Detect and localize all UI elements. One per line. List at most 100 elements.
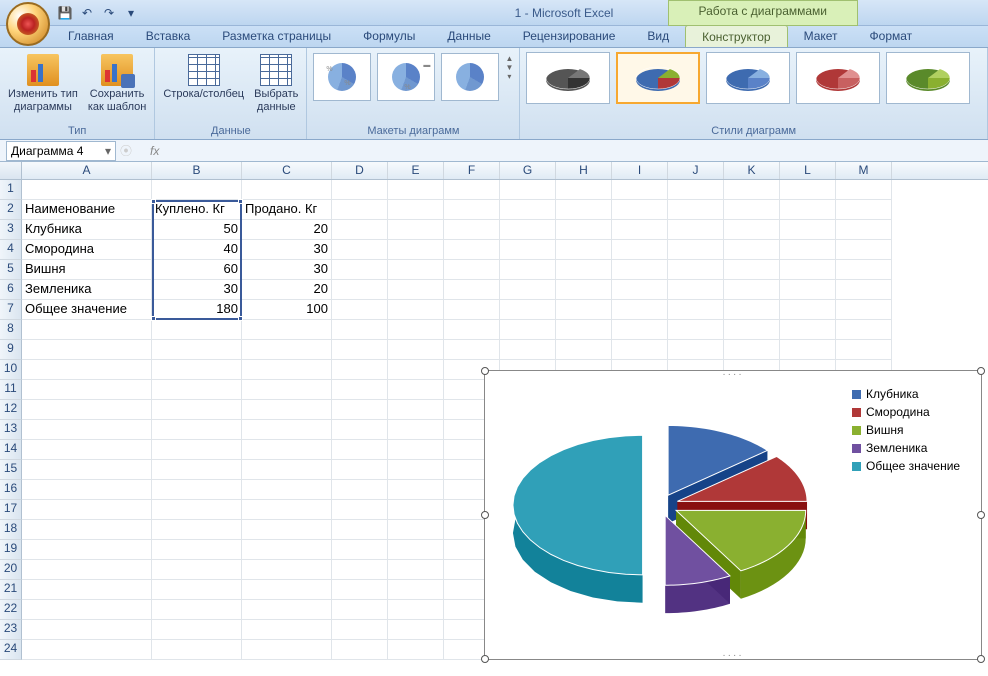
row-header-2[interactable]: 2 — [0, 200, 22, 220]
cell-F7[interactable] — [444, 300, 500, 320]
cell-M2[interactable] — [836, 200, 892, 220]
chart-handle[interactable] — [481, 511, 489, 519]
tab-design[interactable]: Конструктор — [685, 25, 787, 47]
cell-D2[interactable] — [332, 200, 388, 220]
cell-I4[interactable] — [612, 240, 668, 260]
name-box[interactable]: Диаграмма 4 ▾ — [6, 141, 116, 161]
cell-A7[interactable]: Общее значение — [22, 300, 152, 320]
cell-B3[interactable]: 50 — [152, 220, 242, 240]
tab-review[interactable]: Рецензирование — [507, 25, 632, 47]
cell-K5[interactable] — [724, 260, 780, 280]
cell-E7[interactable] — [388, 300, 444, 320]
chart-layout-2[interactable]: ▬% — [377, 53, 435, 101]
cell-F2[interactable] — [444, 200, 500, 220]
cell-E22[interactable] — [388, 600, 444, 620]
cell-D4[interactable] — [332, 240, 388, 260]
cell-E8[interactable] — [388, 320, 444, 340]
cell-E2[interactable] — [388, 200, 444, 220]
chart-style-5[interactable] — [886, 52, 970, 104]
cell-L7[interactable] — [780, 300, 836, 320]
cell-B10[interactable] — [152, 360, 242, 380]
layouts-down-icon[interactable]: ▼ — [503, 63, 515, 72]
cell-C10[interactable] — [242, 360, 332, 380]
cell-D17[interactable] — [332, 500, 388, 520]
col-header-H[interactable]: H — [556, 162, 612, 179]
cell-B14[interactable] — [152, 440, 242, 460]
cell-D15[interactable] — [332, 460, 388, 480]
qat-undo-icon[interactable]: ↶ — [78, 4, 96, 22]
cell-A12[interactable] — [22, 400, 152, 420]
cell-J8[interactable] — [668, 320, 724, 340]
row-header-15[interactable]: 15 — [0, 460, 22, 480]
cell-M9[interactable] — [836, 340, 892, 360]
col-header-B[interactable]: B — [152, 162, 242, 179]
cell-E11[interactable] — [388, 380, 444, 400]
cell-A22[interactable] — [22, 600, 152, 620]
cell-H3[interactable] — [556, 220, 612, 240]
qat-customize-icon[interactable]: ▾ — [122, 4, 140, 22]
cell-C9[interactable] — [242, 340, 332, 360]
cell-E18[interactable] — [388, 520, 444, 540]
cell-C20[interactable] — [242, 560, 332, 580]
chart-style-1[interactable] — [526, 52, 610, 104]
cell-H4[interactable] — [556, 240, 612, 260]
row-header-24[interactable]: 24 — [0, 640, 22, 660]
cell-D10[interactable] — [332, 360, 388, 380]
cell-E3[interactable] — [388, 220, 444, 240]
cell-M3[interactable] — [836, 220, 892, 240]
cell-J3[interactable] — [668, 220, 724, 240]
cell-A2[interactable]: Наименование — [22, 200, 152, 220]
row-header-4[interactable]: 4 — [0, 240, 22, 260]
cell-I8[interactable] — [612, 320, 668, 340]
cell-C14[interactable] — [242, 440, 332, 460]
cell-F4[interactable] — [444, 240, 500, 260]
save-as-template-button[interactable]: Сохранить как шаблон — [84, 50, 151, 116]
cell-I5[interactable] — [612, 260, 668, 280]
cell-B22[interactable] — [152, 600, 242, 620]
cell-E6[interactable] — [388, 280, 444, 300]
chart-layout-1[interactable]: %% — [313, 53, 371, 101]
cell-K9[interactable] — [724, 340, 780, 360]
cell-A4[interactable]: Смородина — [22, 240, 152, 260]
cell-C6[interactable]: 20 — [242, 280, 332, 300]
cell-E23[interactable] — [388, 620, 444, 640]
cell-A14[interactable] — [22, 440, 152, 460]
row-header-13[interactable]: 13 — [0, 420, 22, 440]
cell-H1[interactable] — [556, 180, 612, 200]
cell-L8[interactable] — [780, 320, 836, 340]
cell-C17[interactable] — [242, 500, 332, 520]
col-header-A[interactable]: A — [22, 162, 152, 179]
cell-D5[interactable] — [332, 260, 388, 280]
cell-C22[interactable] — [242, 600, 332, 620]
row-header-5[interactable]: 5 — [0, 260, 22, 280]
cell-B16[interactable] — [152, 480, 242, 500]
qat-save-icon[interactable]: 💾 — [56, 4, 74, 22]
cell-D16[interactable] — [332, 480, 388, 500]
row-header-3[interactable]: 3 — [0, 220, 22, 240]
cell-D9[interactable] — [332, 340, 388, 360]
cell-F6[interactable] — [444, 280, 500, 300]
cell-G4[interactable] — [500, 240, 556, 260]
cell-A18[interactable] — [22, 520, 152, 540]
cell-A8[interactable] — [22, 320, 152, 340]
cell-G8[interactable] — [500, 320, 556, 340]
row-header-17[interactable]: 17 — [0, 500, 22, 520]
row-header-11[interactable]: 11 — [0, 380, 22, 400]
cell-J7[interactable] — [668, 300, 724, 320]
tab-formulas[interactable]: Формулы — [347, 25, 431, 47]
cell-I2[interactable] — [612, 200, 668, 220]
row-header-12[interactable]: 12 — [0, 400, 22, 420]
qat-redo-icon[interactable]: ↷ — [100, 4, 118, 22]
cell-K4[interactable] — [724, 240, 780, 260]
name-box-dropdown-icon[interactable]: ▾ — [105, 144, 111, 158]
cell-D1[interactable] — [332, 180, 388, 200]
cell-M6[interactable] — [836, 280, 892, 300]
cell-B13[interactable] — [152, 420, 242, 440]
cell-A20[interactable] — [22, 560, 152, 580]
cell-G9[interactable] — [500, 340, 556, 360]
fx-icon[interactable]: fx — [150, 144, 159, 158]
cell-G2[interactable] — [500, 200, 556, 220]
legend-item[interactable]: Земленика — [852, 441, 973, 455]
cell-D3[interactable] — [332, 220, 388, 240]
cell-L3[interactable] — [780, 220, 836, 240]
